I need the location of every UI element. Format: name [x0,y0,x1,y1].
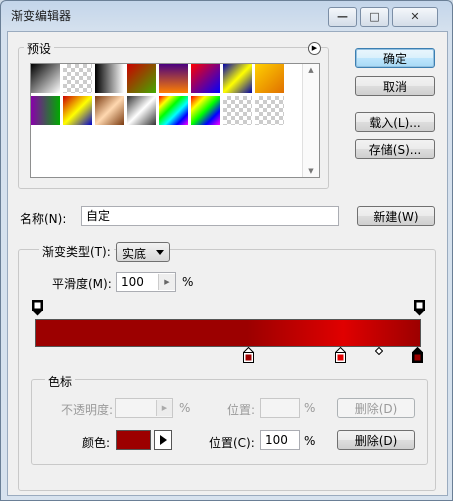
preset-swatch[interactable] [95,96,125,126]
delete-opacity-button[interactable]: 删除(D) [337,398,415,418]
preset-swatch[interactable] [223,64,253,94]
play-icon [160,435,167,445]
preset-swatch[interactable] [159,96,189,126]
preset-swatch[interactable] [127,64,157,94]
gradient-type-select[interactable]: 实底 [116,242,170,262]
chevron-down-icon [156,250,164,255]
maximize-button[interactable]: □ [360,7,389,27]
color-menu-button[interactable] [154,430,172,450]
name-label: 名称(N): [20,212,67,226]
location-label: 位置(C): [209,436,255,450]
color-label: 颜色: [82,436,111,450]
new-button[interactable]: 新建(W) [357,206,435,226]
caption-buttons: — □ ✕ [328,7,438,27]
presets-grid: ▲ ▼ [30,63,320,178]
midpoint-diamond-icon[interactable] [375,347,383,355]
gradient-bar[interactable] [35,319,421,347]
stops-group [31,379,428,465]
preset-swatch[interactable] [223,96,253,126]
preset-swatch[interactable] [159,64,189,94]
dialog-client: 预设 ▶ ▲ ▼ 确定 取消 载入(L)... 存储(S)... 名称(N): … [7,31,448,496]
presets-label: 预设 [24,40,55,57]
scroll-down-icon[interactable]: ▼ [303,167,319,175]
minimize-icon: — [337,10,348,23]
presets-menu-icon[interactable]: ▶ [308,42,321,55]
cancel-button[interactable]: 取消 [355,76,435,96]
preset-swatch[interactable] [31,96,61,126]
color-stop-selected[interactable] [412,347,423,363]
smoothness-label: 平滑度(M): [52,277,112,291]
close-icon: ✕ [410,10,420,23]
opacity-label: 不透明度: [61,403,114,417]
save-button[interactable]: 存储(S)... [355,139,435,159]
smoothness-dropdown-icon[interactable]: ▶ [158,274,175,290]
opacity-location-label: 位置: [227,403,256,417]
close-button[interactable]: ✕ [392,7,438,27]
gradient-type-value: 实底 [122,247,147,261]
color-swatch[interactable] [116,430,151,450]
ok-button[interactable]: 确定 [355,48,435,68]
opacity-stop-left[interactable] [32,300,43,316]
preset-swatch[interactable] [191,64,221,94]
color-stop[interactable] [243,347,254,363]
preset-swatch[interactable] [31,64,61,94]
gradient-editor-window: 渐变编辑器 — □ ✕ 预设 ▶ ▲ ▼ 确定 取消 载入(L)... 存储(S… [0,0,453,501]
name-input[interactable]: 自定 [81,206,339,226]
preset-swatch[interactable] [95,64,125,94]
opacity-stop-right[interactable] [414,300,425,316]
load-button[interactable]: 载入(L)... [355,112,435,132]
preset-swatch[interactable] [255,96,285,126]
delete-color-button[interactable]: 删除(D) [337,430,415,450]
smoothness-unit: % [182,275,194,289]
minimize-button[interactable]: — [328,7,357,27]
color-stop[interactable] [335,347,346,363]
preset-swatch[interactable] [127,96,157,126]
stops-label: 色标 [45,373,76,390]
scroll-up-icon[interactable]: ▲ [303,66,319,74]
preset-swatch[interactable] [63,64,93,94]
preset-swatch[interactable] [191,96,221,126]
opacity-location-input [260,398,300,418]
gradient-type-label: 渐变类型(T): [39,243,114,260]
window-title: 渐变编辑器 [11,9,72,23]
location-unit: % [304,434,316,448]
preset-swatch[interactable] [63,96,93,126]
preset-swatch[interactable] [255,64,285,94]
maximize-icon: □ [369,10,380,23]
presets-scrollbar[interactable]: ▲ ▼ [302,64,319,177]
location-input[interactable]: 100 [260,430,300,450]
opacity-location-unit: % [304,401,316,415]
opacity-dropdown-icon: ▶ [156,400,172,416]
opacity-unit: % [179,401,191,415]
